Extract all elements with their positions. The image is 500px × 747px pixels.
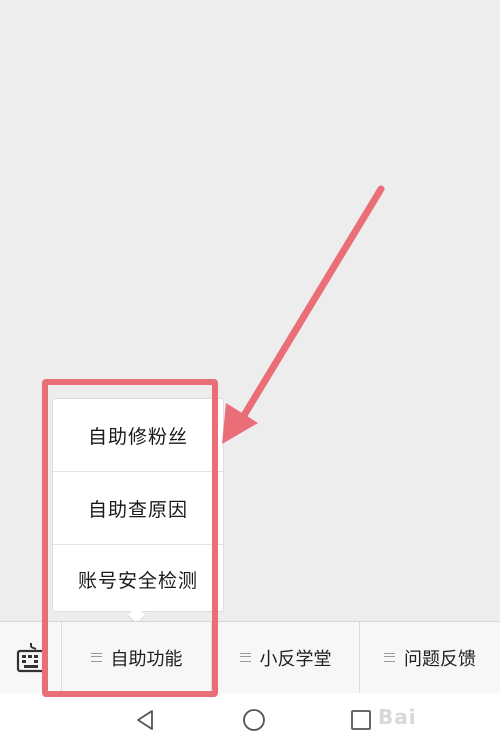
submenu-item-self-check-reason[interactable]: 自助查原因: [53, 471, 223, 544]
tab-label: 问题反馈: [404, 648, 476, 670]
submenu-item-account-security-check[interactable]: 账号安全检测: [53, 544, 223, 613]
submenu-item-label: 自助查原因: [87, 498, 188, 521]
tab-feedback[interactable]: 问题反馈: [360, 622, 500, 693]
system-nav-bar: [0, 693, 500, 747]
home-circle-icon: [243, 709, 265, 731]
back-triangle-icon: [137, 710, 153, 730]
submenu-item-label: 自助修粉丝: [87, 425, 188, 448]
recent-square-icon: [351, 710, 371, 730]
submenu-item-self-fix-fans[interactable]: 自助修粉丝: [53, 399, 223, 471]
keyboard-toggle-button[interactable]: [0, 622, 62, 693]
back-button[interactable]: [115, 693, 175, 747]
bottom-menu-bar: 自助功能 小反学堂 问题反馈: [0, 621, 500, 693]
tab-label: 自助功能: [110, 648, 183, 670]
menu-lines-icon: [90, 653, 102, 662]
menu-lines-icon: [239, 653, 251, 662]
tab-self-service[interactable]: 自助功能: [62, 622, 212, 693]
watermark: Bai: [378, 705, 417, 729]
menu-lines-icon: [384, 653, 395, 662]
submenu-popup: 自助修粉丝 自助查原因 账号安全检测: [52, 398, 224, 612]
submenu-item-label: 账号安全检测: [77, 569, 198, 592]
keyboard-icon: [16, 642, 45, 672]
tab-learning-hall[interactable]: 小反学堂: [212, 622, 360, 693]
home-button[interactable]: [224, 693, 284, 747]
tab-label: 小反学堂: [259, 648, 332, 670]
